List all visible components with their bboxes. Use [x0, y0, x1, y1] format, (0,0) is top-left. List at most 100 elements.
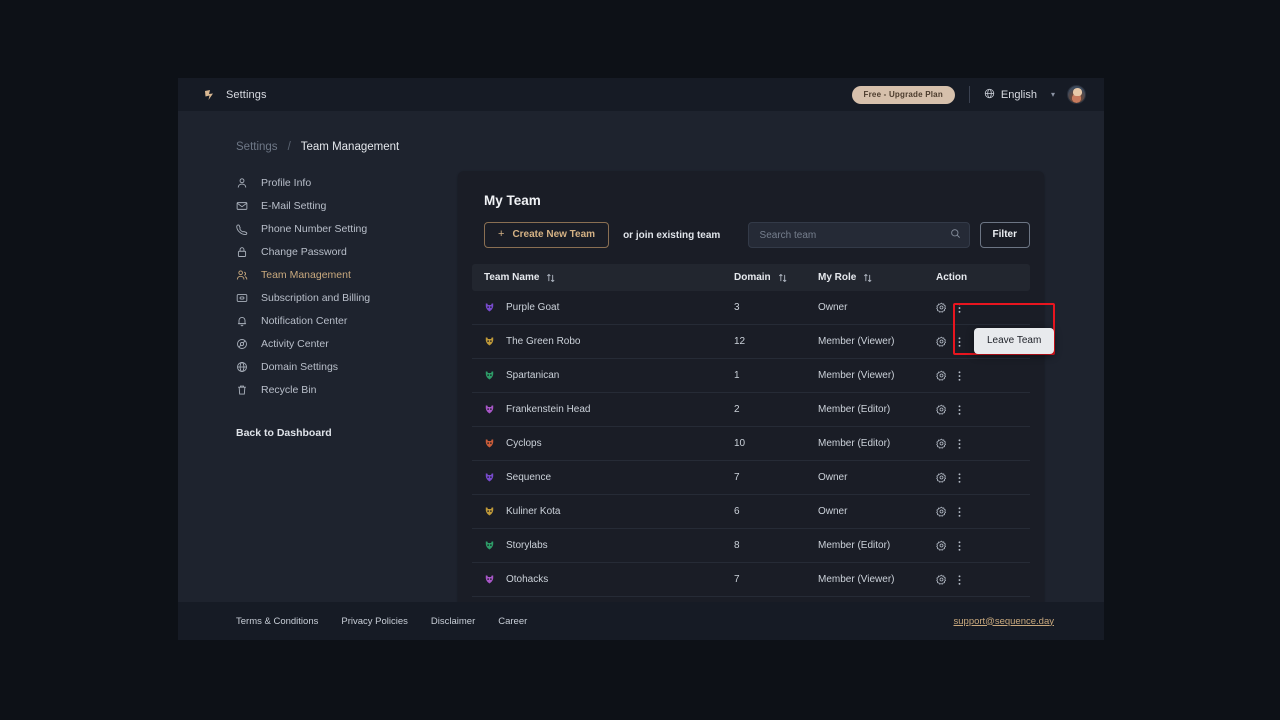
column-header-domain[interactable]: Domain — [734, 264, 818, 291]
cell-team-name: Kuliner Kota — [472, 494, 734, 529]
teams-table-body: Purple Goat 3 Owner The Green Robo 12 Member … — [472, 291, 1030, 630]
column-header-my-role[interactable]: My Role — [818, 264, 936, 291]
sidebar-item-subscription-and-billing[interactable]: Subscription and Billing — [236, 286, 458, 309]
table-row[interactable]: Kuliner Kota 6 Owner — [472, 494, 1030, 529]
search-input[interactable] — [747, 222, 970, 248]
cell-domain: 10 — [734, 426, 818, 461]
globe-icon — [236, 361, 248, 373]
table-row[interactable]: Otohacks 7 Member (Viewer) — [472, 562, 1030, 597]
filter-button[interactable]: Filter — [979, 222, 1030, 248]
team-avatar-icon — [484, 438, 495, 449]
sidebar-item-label: Notification Center — [261, 314, 348, 327]
table-row[interactable]: Storylabs 8 Member (Editor) — [472, 528, 1030, 563]
cell-my-role: Member (Viewer) — [818, 324, 936, 359]
footer-link[interactable]: Terms & Conditions — [236, 616, 318, 627]
sidebar-item-phone-number-setting[interactable]: Phone Number Setting — [236, 217, 458, 240]
teams-table-head: Team Name Domain My Role Action — [472, 264, 1030, 291]
sidebar-item-label: Domain Settings — [261, 360, 339, 373]
bell-icon — [236, 315, 248, 327]
sequence-logo-icon — [202, 88, 216, 102]
cell-action — [936, 528, 1030, 563]
sidebar-item-notification-center[interactable]: Notification Center — [236, 309, 458, 332]
kebab-menu-icon[interactable] — [958, 574, 961, 586]
cell-domain: 6 — [734, 494, 818, 529]
leave-team-menu-item[interactable]: Leave Team — [974, 328, 1055, 354]
user-icon — [236, 177, 248, 189]
kebab-menu-icon[interactable] — [958, 336, 961, 348]
create-new-team-button[interactable]: + Create New Team — [484, 222, 610, 248]
gear-icon[interactable] — [936, 370, 947, 381]
table-row[interactable]: The Green Robo 12 Member (Viewer) — [472, 324, 1030, 359]
sidebar-item-email-setting[interactable]: E-Mail Setting — [236, 194, 458, 217]
gear-icon[interactable] — [936, 438, 947, 449]
footer-link[interactable]: Disclaimer — [431, 616, 475, 627]
create-new-team-label: Create New Team — [512, 229, 596, 240]
table-row[interactable]: Spartanican 1 Member (Viewer) — [472, 358, 1030, 393]
sidebar-item-recycle-bin[interactable]: Recycle Bin — [236, 378, 458, 401]
language-selector[interactable]: English ▾ — [984, 88, 1055, 102]
table-row[interactable]: Frankenstein Head 2 Member (Editor) — [472, 392, 1030, 427]
brand-label: Settings — [226, 88, 267, 101]
kebab-menu-icon[interactable] — [958, 472, 961, 484]
table-row[interactable]: Cyclops 10 Member (Editor) — [472, 426, 1030, 461]
language-label: English — [1000, 88, 1037, 101]
footer-link[interactable]: Career — [498, 616, 527, 627]
kebab-menu-icon[interactable] — [958, 302, 961, 314]
sidebar-item-team-management[interactable]: Team Management — [236, 263, 458, 286]
column-header-team-name[interactable]: Team Name — [472, 264, 734, 291]
cell-my-role: Member (Editor) — [818, 528, 936, 563]
users-icon — [236, 269, 248, 281]
gear-icon[interactable] — [936, 302, 947, 313]
footer-link[interactable]: Privacy Policies — [341, 616, 408, 627]
support-email-link[interactable]: support@sequence.day — [954, 616, 1055, 627]
kebab-menu-icon[interactable] — [958, 506, 961, 518]
kebab-menu-icon[interactable] — [958, 438, 961, 450]
kebab-menu-icon[interactable] — [958, 370, 961, 382]
cell-my-role: Owner — [818, 460, 936, 495]
sidebar-item-label: E-Mail Setting — [261, 199, 327, 212]
cell-team-name: Purple Goat — [472, 291, 734, 325]
kebab-menu-icon[interactable] — [958, 404, 961, 416]
top-bar-right: Free - Upgrade Plan English ▾ — [851, 85, 1086, 104]
gear-icon[interactable] — [936, 472, 947, 483]
back-to-dashboard-link[interactable]: Back to Dashboard — [236, 427, 458, 439]
team-name-label: Otohacks — [506, 574, 549, 585]
kebab-menu-icon[interactable] — [958, 540, 961, 552]
cell-action — [936, 494, 1030, 529]
cell-team-name: Cyclops — [472, 426, 734, 461]
sort-icon[interactable] — [778, 273, 787, 283]
avatar[interactable] — [1067, 85, 1086, 104]
sort-icon[interactable] — [863, 273, 872, 283]
team-avatar-icon — [484, 574, 495, 585]
sidebar-item-change-password[interactable]: Change Password — [236, 240, 458, 263]
teams-table: Team Name Domain My Role Action Purple G… — [472, 264, 1030, 630]
cell-domain: 2 — [734, 392, 818, 427]
team-avatar-icon — [484, 370, 495, 381]
sidebar-item-profile-info[interactable]: Profile Info — [236, 171, 458, 194]
table-row[interactable]: Sequence 7 Owner — [472, 460, 1030, 495]
column-label: Domain — [734, 272, 771, 283]
gear-icon[interactable] — [936, 540, 947, 551]
table-row[interactable]: Purple Goat 3 Owner — [472, 291, 1030, 325]
breadcrumb-root[interactable]: Settings — [236, 141, 278, 153]
sidebar-item-domain-settings[interactable]: Domain Settings — [236, 355, 458, 378]
cell-my-role: Owner — [818, 494, 936, 529]
team-avatar-icon — [484, 336, 495, 347]
brand[interactable]: Settings — [202, 88, 267, 102]
gear-icon[interactable] — [936, 404, 947, 415]
upgrade-plan-badge[interactable]: Free - Upgrade Plan — [851, 85, 955, 104]
gear-icon[interactable] — [936, 506, 947, 517]
sort-icon[interactable] — [546, 273, 555, 283]
team-name-label: Spartanican — [506, 370, 560, 381]
cell-team-name: Otohacks — [472, 562, 734, 597]
gear-icon[interactable] — [936, 336, 947, 347]
team-name-label: Sequence — [506, 472, 552, 483]
gear-icon[interactable] — [936, 574, 947, 585]
cell-action — [936, 562, 1030, 597]
join-existing-team-text: or join existing team — [623, 229, 721, 241]
column-label: Action — [936, 272, 968, 283]
breadcrumb: Settings / Team Management — [178, 111, 1104, 153]
sidebar-item-activity-center[interactable]: Activity Center — [236, 332, 458, 355]
cell-my-role: Owner — [818, 291, 936, 325]
phone-icon — [236, 223, 248, 235]
